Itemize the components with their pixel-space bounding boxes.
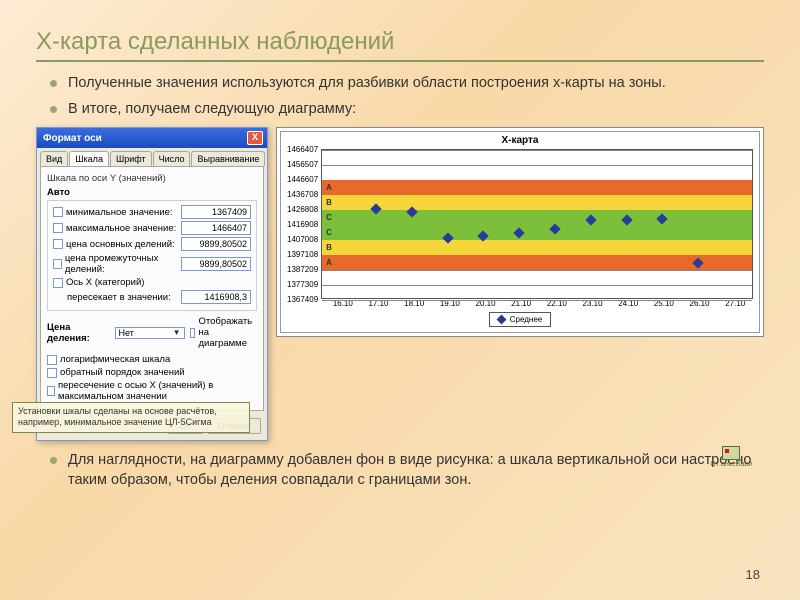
min-value-label[interactable]: минимальное значение: (53, 207, 181, 218)
tab-view[interactable]: Вид (40, 151, 68, 166)
dialog-title: Формат оси (43, 133, 102, 144)
chart-title: X-карта (281, 132, 759, 149)
picture-icon: От анкеВави (710, 446, 752, 468)
zone-band: A (322, 180, 752, 195)
unit-label: Цена деления: (47, 322, 115, 344)
dialog-titlebar[interactable]: Формат оси X (37, 128, 267, 148)
checkbox-icon[interactable] (190, 328, 196, 338)
log-scale-cb[interactable]: логарифмическая шкала (47, 354, 257, 365)
x-chart: X-карта 14664071456507144660714367081426… (276, 127, 764, 337)
diamond-icon (496, 315, 506, 325)
max-value-label[interactable]: максимальное значение: (53, 223, 181, 234)
format-axis-dialog: Формат оси X Вид Шкала Шрифт Число Вырав… (36, 127, 268, 441)
zone-band: B (322, 195, 752, 210)
tab-font[interactable]: Шрифт (110, 151, 152, 166)
checkbox-icon[interactable] (47, 386, 55, 396)
zone-band: C (322, 225, 752, 240)
scale-group: минимальное значение: 1367409 максимальн… (47, 200, 257, 311)
chevron-down-icon: ▼ (173, 328, 181, 337)
reverse-order-cb[interactable]: обратный порядок значений (47, 367, 257, 378)
checkbox-icon[interactable] (53, 239, 63, 249)
chart-legend: Среднее (489, 312, 551, 327)
slide-title: X-карта сделанных наблюдений (36, 28, 764, 62)
group-title: Шкала по оси Y (значений) (47, 173, 257, 184)
axis-x-input[interactable]: 1416908,3 (181, 290, 251, 304)
min-value-input[interactable]: 1367409 (181, 205, 251, 219)
bullet-item: Полученные значения используются для раз… (50, 74, 764, 94)
checkbox-icon[interactable] (53, 223, 63, 233)
major-unit-label[interactable]: цена основных делений: (53, 239, 181, 250)
zone-band: B (322, 240, 752, 255)
page-number: 18 (746, 567, 760, 582)
tab-align[interactable]: Выравнивание (191, 151, 265, 166)
checkbox-icon[interactable] (53, 207, 63, 217)
axis-x-label[interactable]: Ось X (категорий) (53, 277, 251, 288)
tab-panel: Шкала по оси Y (значений) Авто минимальн… (40, 166, 264, 411)
checkbox-icon[interactable] (47, 355, 57, 365)
bullets-top: Полученные значения используются для раз… (50, 74, 764, 119)
y-axis: 1466407145650714466071436708142680814169… (287, 149, 321, 299)
bullets-bottom: Для наглядности, на диаграмму добавлен ф… (50, 451, 764, 490)
bullet-item: Для наглядности, на диаграмму добавлен ф… (50, 451, 764, 490)
checkbox-icon[interactable] (53, 278, 63, 288)
tab-scale[interactable]: Шкала (69, 151, 109, 166)
minor-unit-label[interactable]: цена промежуточных делений: (53, 253, 181, 275)
tab-number[interactable]: Число (153, 151, 191, 166)
display-on-chart-cb[interactable]: Отображать на диаграмме (190, 316, 258, 349)
checkbox-icon[interactable] (47, 368, 57, 378)
close-icon[interactable]: X (247, 131, 263, 145)
cross-at-max-cb[interactable]: пересечение с осью X (значений) в максим… (47, 380, 257, 402)
zone-band: A (322, 255, 752, 270)
plot-area: ABCCBA (321, 149, 753, 299)
max-value-input[interactable]: 1466407 (181, 221, 251, 235)
dialog-tabs: Вид Шкала Шрифт Число Выравнивание (37, 148, 267, 166)
axis-x-sublabel: пересекает в значении: (53, 292, 181, 303)
legend-label: Среднее (510, 315, 542, 324)
checkbox-icon[interactable] (53, 259, 62, 269)
auto-label: Авто (47, 187, 257, 198)
unit-select[interactable]: Нет▼ (115, 327, 185, 339)
annotation-note: Установки шкалы сделаны на основе расчёт… (12, 402, 250, 433)
major-unit-input[interactable]: 9899,80502 (181, 237, 251, 251)
minor-unit-input[interactable]: 9899,80502 (181, 257, 251, 271)
bullet-item: В итоге, получаем следующую диаграмму: (50, 100, 764, 120)
zone-band: C (322, 210, 752, 225)
